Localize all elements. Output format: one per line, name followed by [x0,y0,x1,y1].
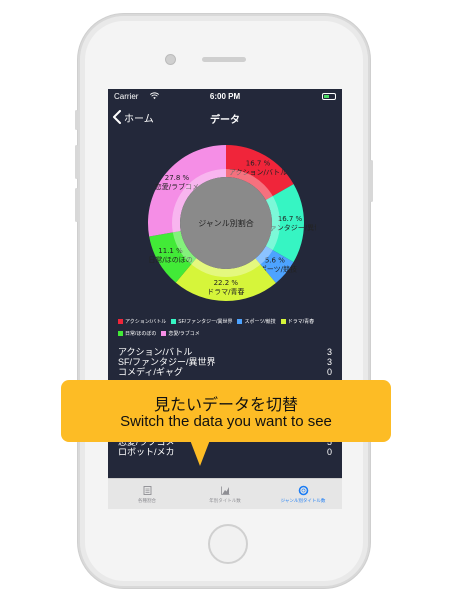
pie-chart-svg: 16.7 %アクション/バトル16.7 %SF/ファンタジー/異世界5.6 %ス… [148,145,316,301]
genre-count: 3 [326,357,332,367]
genre-row: コメディ/ギャグ 0 [118,367,332,377]
genre-name: コメディ/ギャグ [118,367,183,377]
chart-legend: アクション/バトル SF/ファンタジー/異世界 スポーツ/競技 ドラマ/青春日常/ほの… [118,318,338,342]
legend-label: ドラマ/青春 [287,319,315,325]
legend-row: 日常/ほのぼの 恋愛/ラブコメ [118,330,338,339]
slice-percent-label: 22.2 % [214,279,239,287]
phone-volume-up [75,145,78,179]
navigation-bar: ホーム データ [108,105,342,129]
slice-percent-label: 27.8 % [165,174,190,182]
tab-label: 年別タイトル数 [209,497,241,503]
genre-count: 0 [326,447,332,457]
tab-label: ジャンル別タイトル数 [280,497,326,503]
list-icon [143,485,151,495]
app-screen: Carrier 6:00 PM ホーム データ 16.7 % アクション/バトル 1… [108,89,342,509]
phone-side-button [75,110,78,130]
legend-label: アクション/バトル [125,319,167,325]
tab-label: 各種割合 [138,497,156,503]
front-camera [165,54,176,65]
legend-swatch [280,319,286,324]
tab-bar: 各種割合 年別タイトル数 ジャンル別タイトル数 [108,478,342,509]
legend-row: アクション/バトル SF/ファンタジー/異世界 スポーツ/競技 ドラマ/青春 [118,318,338,327]
genre-count: 3 [326,347,332,357]
callout-text-ja: 見たいデータを切替 [153,395,298,414]
tab-yearly-titles[interactable]: 年別タイトル数 [186,479,264,509]
genre-count: 0 [326,367,332,377]
chart-center-label: ジャンル別割合 [198,218,254,228]
back-label: ホーム [124,113,154,125]
genre-name: ロボット/メカ [118,447,175,457]
pie-chart-icon [298,485,308,495]
battery-icon [322,93,336,100]
legend-label: SF/ファンタジー/異世界 [178,319,233,325]
callout-pointer [190,440,210,466]
phone-volume-down [75,188,78,222]
legend-swatch [161,331,167,336]
slice-percent-label: 16.7 % [278,215,303,223]
slice-percent-label: 16.7 % [246,160,271,168]
back-button[interactable]: ホーム [112,108,154,126]
tab-genre-titles[interactable]: ジャンル別タイトル数 [264,479,342,509]
legend-item: スポーツ/競技 [237,318,276,325]
phone-power-button [370,160,373,202]
genre-name: SF/ファンタジー/異世界 [118,357,216,367]
bar-chart-icon [220,486,229,495]
legend-item: 日常/ほのぼの [118,330,156,337]
slice-percent-label: 5.6 % [265,256,285,264]
legend-swatch [118,331,123,336]
slice-category-label: ドラマ/青春 [207,287,244,296]
genre-row: アクション/バトル 3 [118,347,332,357]
genre-row: ロボット/メカ 0 [118,447,332,457]
tab-ratios[interactable]: 各種割合 [108,479,186,509]
callout-text-en: Switch the data you want to see [120,413,332,430]
legend-item: SF/ファンタジー/異世界 [171,318,232,325]
callout-banner: 見たいデータを切替 Switch the data you want to se… [61,380,391,442]
status-time: 6:00 PM [209,92,241,101]
genre-pie-chart[interactable]: 16.7 %アクション/バトル16.7 %SF/ファンタジー/異世界5.6 %ス… [136,133,316,313]
legend-label: スポーツ/競技 [244,319,276,325]
legend-swatch [171,319,177,324]
legend-item: アクション/バトル [118,318,166,325]
home-button[interactable] [208,524,248,564]
legend-swatch [237,319,243,324]
genre-name: アクション/バトル [118,347,193,357]
legend-swatch [118,319,123,324]
legend-item: ドラマ/青春 [280,318,315,325]
status-bar: Carrier 6:00 PM [108,89,342,105]
legend-item: 恋愛/ラブコメ [161,330,200,337]
chevron-left-icon [113,110,121,124]
legend-label: 日常/ほのぼの [125,331,157,337]
legend-label: 恋愛/ラブコメ [168,331,200,337]
earpiece-speaker [202,57,246,62]
genre-row: SF/ファンタジー/異世界 3 [118,357,332,367]
